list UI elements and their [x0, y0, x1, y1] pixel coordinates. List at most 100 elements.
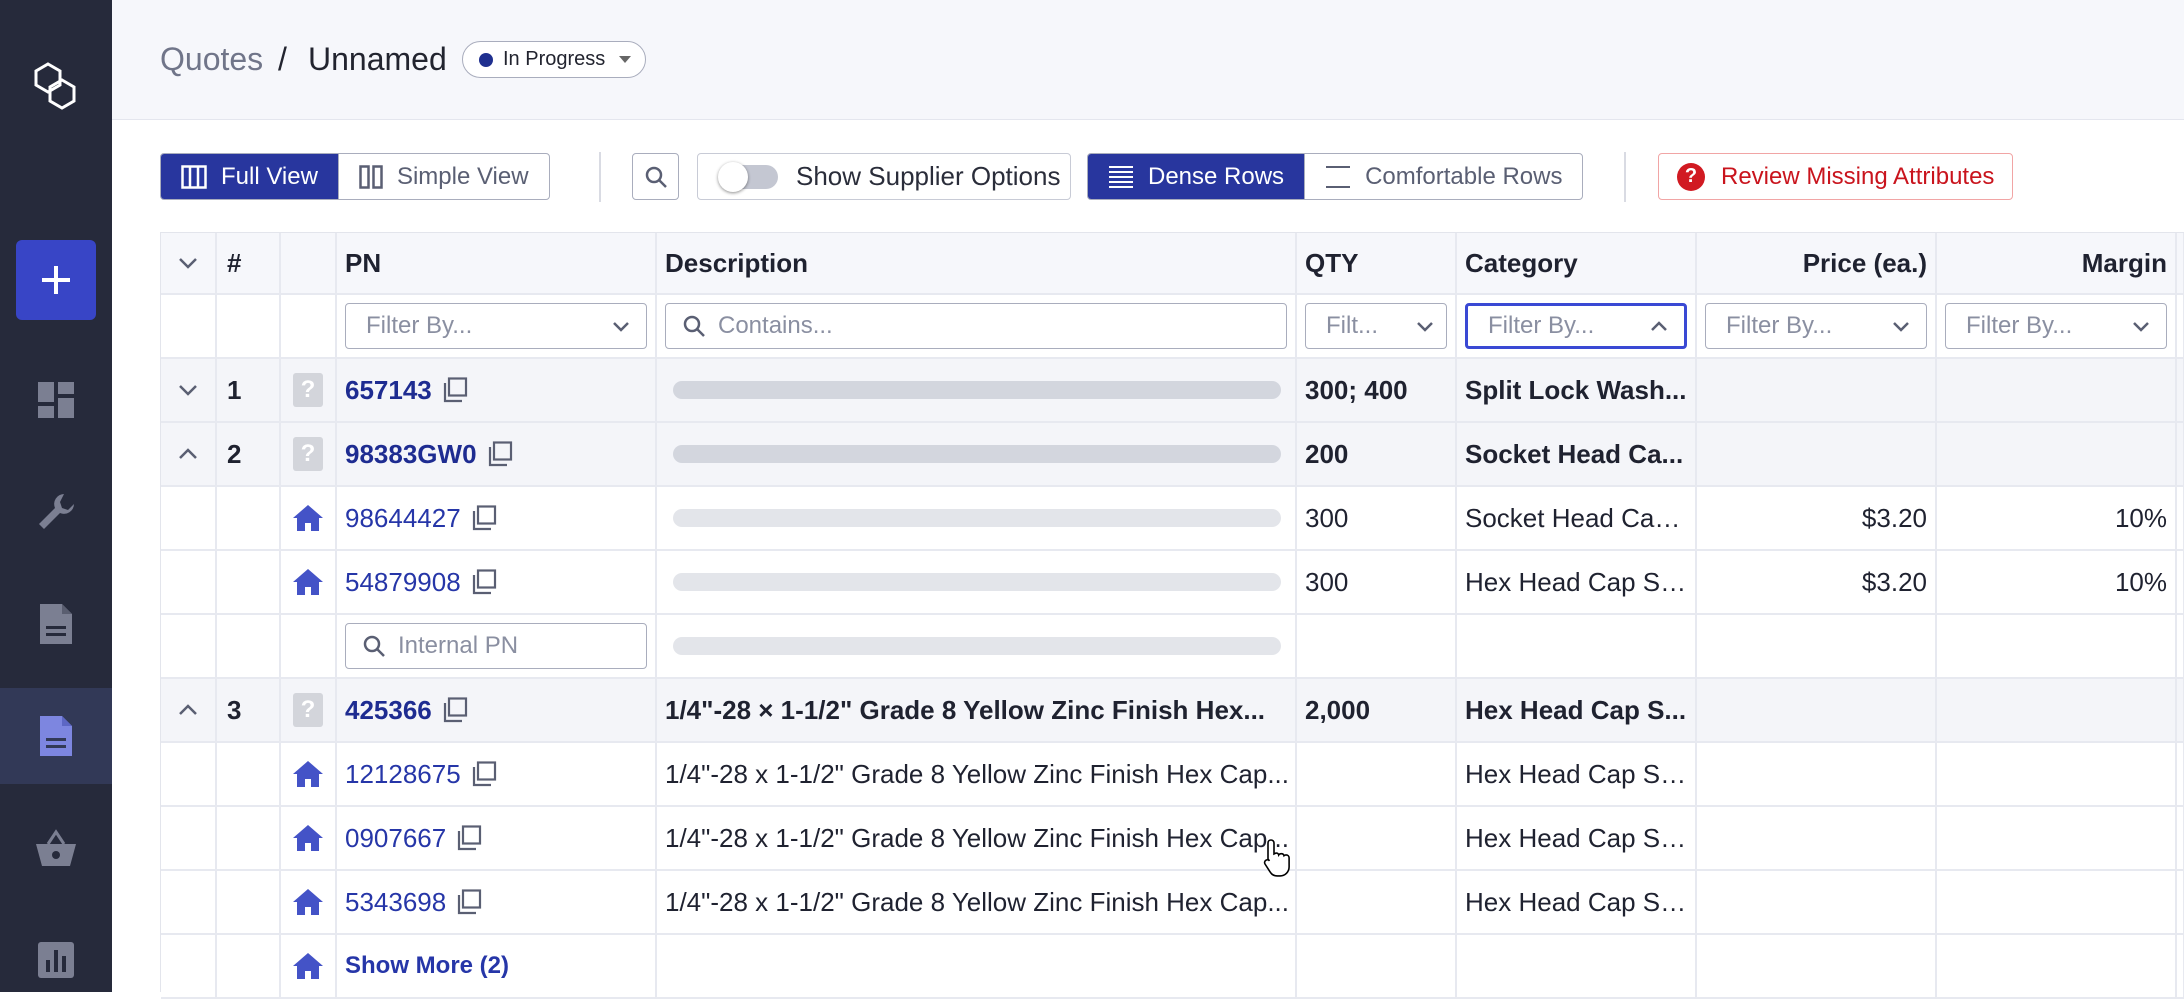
column-header-description[interactable]: Description: [657, 233, 1297, 293]
dashboard-nav[interactable]: [26, 370, 86, 430]
extra-cell: [2177, 551, 2184, 613]
margin-filter-select[interactable]: Filter By...: [1945, 303, 2167, 349]
part-number-link[interactable]: 657143: [345, 375, 432, 406]
margin-cell: [1937, 807, 2177, 869]
description-filter-input[interactable]: Contains...: [665, 303, 1287, 349]
copy-icon[interactable]: [471, 569, 497, 595]
description-cell: 1/4"-28 x 1-1/2" Grade 8 Yellow Zinc Fin…: [657, 743, 1297, 805]
status-dropdown[interactable]: In Progress: [462, 41, 647, 78]
copy-icon[interactable]: [471, 761, 497, 787]
part-number-link[interactable]: 425366: [345, 695, 432, 726]
table-row[interactable]: 54879908 300 Hex Head Cap Sc... $3.20 10…: [161, 551, 2184, 615]
description-cell: [657, 551, 1297, 613]
price-filter-select[interactable]: Filter By...: [1705, 303, 1927, 349]
dense-rows-button[interactable]: Dense Rows: [1088, 154, 1305, 199]
part-number-link[interactable]: 5343698: [345, 887, 446, 918]
internal-pn-input[interactable]: Internal PN: [345, 623, 647, 669]
part-number-link[interactable]: 98383GW0: [345, 439, 477, 470]
margin-cell[interactable]: 10%: [1937, 487, 2177, 549]
search-button[interactable]: [632, 153, 679, 200]
copy-icon[interactable]: [487, 441, 513, 467]
category-filter-select[interactable]: Filter By...: [1465, 303, 1687, 349]
full-view-button[interactable]: Full View: [161, 154, 338, 199]
density-toggle: Dense Rows Comfortable Rows: [1087, 153, 1584, 200]
empty-cell: [217, 871, 281, 933]
margin-cell[interactable]: 10%: [1937, 551, 2177, 613]
table-row[interactable]: 98644427 300 Socket Head Cap... $3.20 10…: [161, 487, 2184, 551]
margin-cell: [1937, 679, 2177, 741]
price-cell: [1697, 615, 1937, 677]
collapse-row-toggle[interactable]: [161, 423, 217, 485]
comfortable-rows-button[interactable]: Comfortable Rows: [1304, 154, 1582, 199]
column-header-qty[interactable]: QTY: [1297, 233, 1457, 293]
table-row[interactable]: 1 ? 657143 300; 400 Split Lock Wash...: [161, 359, 2184, 423]
qty-cell: [1297, 615, 1457, 677]
copy-icon[interactable]: [471, 505, 497, 531]
part-number-link[interactable]: 98644427: [345, 503, 461, 534]
analytics-nav[interactable]: [26, 930, 86, 990]
row-status-cell: [281, 487, 337, 549]
qty-cell: 300; 400: [1297, 359, 1457, 421]
row-number: 1: [217, 359, 281, 421]
quotes-nav[interactable]: [26, 706, 86, 766]
grid-columns-icon: [181, 164, 207, 189]
price-cell[interactable]: $3.20: [1697, 551, 1937, 613]
chevron-down-icon: [179, 385, 197, 396]
column-header-category[interactable]: Category: [1457, 233, 1697, 293]
table-row[interactable]: 0907667 1/4"-28 x 1-1/2" Grade 8 Yellow …: [161, 807, 2184, 871]
category-text: Socket Head Cap...: [1465, 502, 1689, 533]
supplier-options-toggle[interactable]: Show Supplier Options: [697, 153, 1071, 200]
orders-nav[interactable]: [26, 818, 86, 878]
table-row[interactable]: 5343698 1/4"-28 x 1-1/2" Grade 8 Yellow …: [161, 871, 2184, 935]
category-text: Hex Head Cap Sc...: [1465, 822, 1689, 853]
empty-cell: [217, 807, 281, 869]
copy-icon[interactable]: [442, 697, 468, 723]
qty-filter-placeholder: Filt...: [1326, 312, 1378, 339]
table-row[interactable]: 2 ? 98383GW0 200 Socket Head Ca...: [161, 423, 2184, 487]
column-header-num[interactable]: #: [217, 233, 281, 293]
qty-cell: [1297, 871, 1457, 933]
table-row[interactable]: 3 ? 425366 1/4"-28 × 1-1/2" Grade 8 Yell…: [161, 679, 2184, 743]
part-number-link[interactable]: 12128675: [345, 759, 461, 790]
add-button[interactable]: [16, 240, 96, 320]
quote-name[interactable]: Unnamed: [308, 40, 447, 78]
tools-nav[interactable]: [26, 482, 86, 542]
qty-filter-select[interactable]: Filt...: [1305, 303, 1447, 349]
logo-icon[interactable]: [26, 58, 86, 118]
loading-skeleton: [673, 445, 1281, 463]
column-header-pn[interactable]: PN: [337, 233, 657, 293]
simple-view-button[interactable]: Simple View: [337, 154, 549, 199]
expand-row-toggle[interactable]: [161, 359, 217, 421]
extra-cell: [2177, 935, 2184, 997]
copy-icon[interactable]: [456, 889, 482, 915]
home-icon: [293, 569, 323, 595]
price-cell[interactable]: $3.20: [1697, 487, 1937, 549]
chevron-down-icon: [2133, 321, 2149, 332]
expand-all-toggle[interactable]: [161, 233, 217, 293]
category-cell: Split Lock Wash...: [1457, 359, 1697, 421]
extra-cell: [2177, 807, 2184, 869]
column-header-margin[interactable]: Margin: [1937, 233, 2177, 293]
collapse-row-toggle[interactable]: [161, 679, 217, 741]
copy-icon[interactable]: [442, 377, 468, 403]
column-header-price[interactable]: Price (ea.): [1697, 233, 1937, 293]
part-number-link[interactable]: 0907667: [345, 823, 446, 854]
show-more-link[interactable]: Show More (2): [345, 952, 509, 980]
copy-icon[interactable]: [456, 825, 482, 851]
breadcrumb-quotes-link[interactable]: Quotes: [160, 40, 263, 78]
documents-nav[interactable]: [26, 594, 86, 654]
review-missing-attributes-button[interactable]: ? Review Missing Attributes: [1658, 153, 2014, 200]
description-cell: [657, 359, 1297, 421]
qty-cell: [1297, 743, 1457, 805]
pn-filter-select[interactable]: Filter By...: [345, 303, 647, 349]
pn-cell: 5343698: [337, 871, 657, 933]
filter-cell: Filter By...: [337, 295, 657, 357]
toggle-switch[interactable]: [718, 161, 778, 192]
page-header: Quotes / Unnamed In Progress: [112, 0, 2184, 120]
part-number-link[interactable]: 54879908: [345, 567, 461, 598]
column-header-extra: [2177, 233, 2184, 293]
internal-pn-placeholder: Internal PN: [398, 632, 519, 659]
pn-cell: 54879908: [337, 551, 657, 613]
table-row[interactable]: 12128675 1/4"-28 x 1-1/2" Grade 8 Yellow…: [161, 743, 2184, 807]
search-icon: [645, 166, 667, 188]
